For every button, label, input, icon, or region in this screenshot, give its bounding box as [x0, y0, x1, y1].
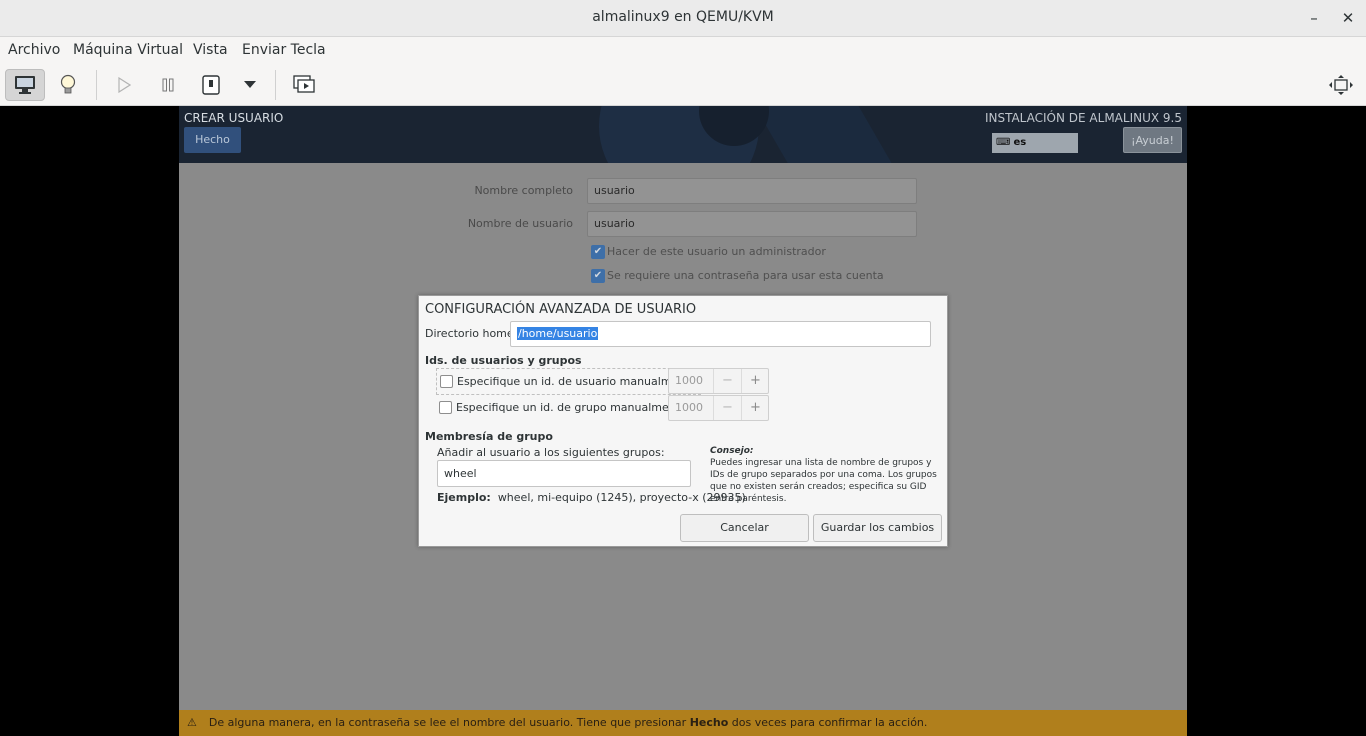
- gid-spinner[interactable]: 1000 − +: [668, 395, 769, 421]
- fullname-field[interactable]: usuario: [587, 178, 917, 204]
- menu-archivo[interactable]: Archivo: [8, 42, 60, 58]
- installer-header: CREAR USUARIO Hecho INSTALACIÓN DE ALMAL…: [179, 106, 1187, 163]
- fullname-label: Nombre completo: [474, 184, 573, 197]
- tip-heading: Consejo:: [710, 446, 754, 456]
- warning-text-suffix: dos veces para confirmar la acción.: [728, 716, 928, 729]
- uid-spinner[interactable]: 1000 − +: [668, 368, 769, 394]
- warning-text-bold: Hecho: [689, 716, 729, 729]
- spoke-title: CREAR USUARIO: [184, 111, 284, 125]
- warning-icon: ⚠: [187, 716, 197, 729]
- details-view-button[interactable]: [48, 69, 88, 101]
- menu-enviar-tecla[interactable]: Enviar Tecla: [242, 42, 326, 58]
- gid-value: 1000: [675, 401, 703, 414]
- home-dir-label: Directorio home:: [425, 327, 518, 340]
- username-field[interactable]: usuario: [587, 211, 917, 237]
- help-button[interactable]: ¡Ayuda!: [1123, 127, 1182, 153]
- tip-text: Puedes ingresar una lista de nombre de g…: [710, 458, 937, 504]
- menu-bar: Archivo Máquina Virtual Vista Enviar Tec…: [0, 37, 1366, 64]
- password-required-label: Se requiere una contraseña para usar est…: [607, 269, 884, 282]
- uid-decrement-button[interactable]: −: [713, 369, 741, 393]
- done-button[interactable]: Hecho: [184, 127, 241, 153]
- fullscreen-icon: [1329, 75, 1353, 95]
- groups-input[interactable]: wheel: [437, 460, 691, 487]
- warning-text-prefix: De alguna manera, en la contraseña se le…: [208, 716, 690, 729]
- gid-manual-label: Especifique un id. de grupo manualmente:: [456, 401, 691, 414]
- lightbulb-icon: [60, 74, 76, 94]
- run-button[interactable]: [104, 69, 144, 101]
- save-changes-button[interactable]: Guardar los cambios: [813, 514, 942, 542]
- dropdown-icon: [244, 81, 256, 88]
- window-title: almalinux9 en QEMU/KVM: [592, 9, 774, 25]
- gid-decrement-button[interactable]: −: [713, 396, 741, 420]
- uid-manual-label: Especifique un id. de usuario manualment…: [457, 375, 701, 388]
- shutdown-button[interactable]: [191, 69, 231, 101]
- username-label: Nombre de usuario: [467, 217, 573, 230]
- example-value: wheel, mi-equipo (1245), proyecto-x (299…: [497, 491, 746, 504]
- gid-increment-button[interactable]: +: [741, 396, 769, 420]
- close-button[interactable]: ✕: [1338, 8, 1358, 28]
- uid-manual-checkbox[interactable]: [440, 374, 453, 388]
- snapshots-icon: [293, 75, 315, 93]
- password-required-checkbox[interactable]: ✔: [591, 269, 605, 283]
- keyboard-layout-indicator[interactable]: ⌨ es: [992, 133, 1078, 153]
- home-dir-input[interactable]: /home/usuario: [510, 321, 931, 347]
- power-icon: [202, 75, 220, 95]
- menu-vista[interactable]: Vista: [193, 42, 228, 58]
- snapshots-button[interactable]: [284, 69, 324, 101]
- monitor-icon: [15, 76, 35, 94]
- keyboard-layout-label: es: [1013, 137, 1027, 148]
- example-label: Ejemplo:: [437, 491, 491, 504]
- admin-checkbox[interactable]: ✔: [591, 245, 605, 259]
- pause-button[interactable]: [148, 69, 188, 101]
- gid-manual-checkbox[interactable]: [439, 400, 452, 414]
- shutdown-menu-button[interactable]: [230, 69, 270, 101]
- cancel-button[interactable]: Cancelar: [680, 514, 809, 542]
- home-dir-value: /home/usuario: [517, 327, 599, 340]
- console-view-button[interactable]: [5, 69, 45, 101]
- menu-maquina-virtual[interactable]: Máquina Virtual: [73, 42, 183, 58]
- gid-manual-checkbox-row[interactable]: Especifique un id. de grupo manualmente:: [436, 395, 691, 422]
- uid-increment-button[interactable]: +: [741, 369, 769, 393]
- pause-icon: [162, 78, 174, 92]
- admin-checkbox-label: Hacer de este usuario un administrador: [607, 245, 826, 258]
- product-title: INSTALACIÓN DE ALMALINUX 9.5: [984, 111, 1182, 125]
- tip-box: Consejo: Puedes ingresar una lista de no…: [710, 445, 940, 505]
- uid-value: 1000: [675, 374, 703, 387]
- dialog-title: CONFIGURACIÓN AVANZADA DE USUARIO: [425, 302, 697, 317]
- example-line: Ejemplo: wheel, mi-equipo (1245), proyec…: [437, 491, 746, 504]
- fullscreen-button[interactable]: [1321, 69, 1361, 101]
- advanced-user-dialog: CONFIGURACIÓN AVANZADA DE USUARIO Direct…: [418, 295, 948, 547]
- keyboard-icon: ⌨: [996, 137, 1011, 148]
- ids-heading: Ids. de usuarios y grupos: [425, 354, 582, 367]
- warning-bar: ⚠ De alguna manera, en la contraseña se l…: [179, 710, 1187, 736]
- window-titlebar: almalinux9 en QEMU/KVM – ✕: [0, 0, 1366, 37]
- toolbar: [0, 64, 1366, 106]
- membership-heading: Membresía de grupo: [425, 430, 553, 443]
- play-icon: [118, 77, 131, 93]
- groups-label: Añadir al usuario a los siguientes grupo…: [437, 446, 665, 459]
- minimize-button[interactable]: –: [1304, 8, 1324, 28]
- uid-manual-checkbox-row[interactable]: Especifique un id. de usuario manualment…: [436, 368, 702, 395]
